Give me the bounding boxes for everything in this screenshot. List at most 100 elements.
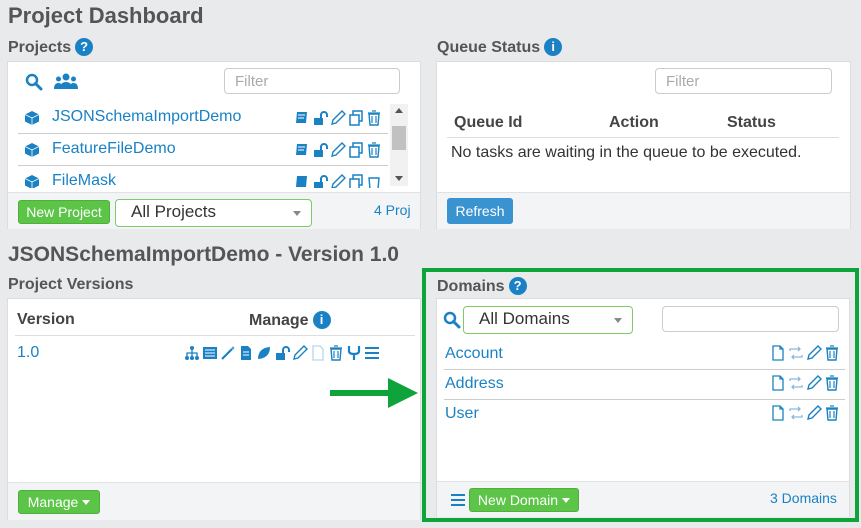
arrow-right-icon bbox=[330, 378, 418, 408]
projects-panel: JSONSchemaImportDemo FeatureFileDemo bbox=[7, 61, 421, 229]
versions-footer: Manage bbox=[8, 482, 420, 520]
refresh-button[interactable]: Refresh bbox=[447, 198, 513, 224]
queue-heading: Queue Status i bbox=[437, 38, 563, 57]
unlock-icon[interactable] bbox=[312, 110, 328, 126]
trash-icon[interactable] bbox=[366, 174, 382, 188]
domain-actions bbox=[770, 375, 840, 391]
cube-icon bbox=[24, 143, 40, 157]
domains-count: 3 Domains bbox=[770, 490, 837, 506]
info-icon[interactable]: i bbox=[312, 311, 331, 329]
queue-panel: Queue Id Action Status No tasks are wait… bbox=[436, 61, 851, 229]
domains-scope-select[interactable]: All Domains bbox=[463, 306, 633, 334]
book-icon[interactable] bbox=[294, 110, 310, 126]
divider bbox=[447, 137, 839, 138]
column-header[interactable]: Action bbox=[609, 114, 659, 132]
project-link[interactable]: FileMask bbox=[52, 172, 116, 188]
pencil-icon[interactable] bbox=[292, 345, 308, 361]
domain-actions bbox=[770, 405, 840, 421]
column-header[interactable]: Version bbox=[17, 311, 75, 329]
swap-icon[interactable] bbox=[788, 375, 804, 391]
search-icon[interactable] bbox=[443, 311, 461, 329]
column-header[interactable]: Queue Id bbox=[454, 114, 522, 132]
unlock-icon[interactable] bbox=[312, 174, 328, 188]
pencil-icon[interactable] bbox=[806, 375, 822, 391]
domains-search-input[interactable] bbox=[662, 306, 839, 332]
table-row: 1.0 bbox=[8, 337, 420, 369]
hierarchy-icon[interactable] bbox=[184, 345, 200, 361]
trash-icon[interactable] bbox=[366, 142, 382, 158]
version-link[interactable]: 1.0 bbox=[17, 344, 39, 362]
search-icon[interactable] bbox=[25, 73, 43, 91]
info-icon[interactable]: i bbox=[544, 38, 563, 56]
project-detail-title: JSONSchemaImportDemo - Version 1.0 bbox=[8, 243, 399, 266]
projects-filter-input[interactable] bbox=[224, 68, 400, 94]
users-icon[interactable] bbox=[54, 72, 78, 92]
copy-icon[interactable] bbox=[348, 142, 364, 158]
pencil-icon[interactable] bbox=[330, 174, 346, 188]
trash-icon[interactable] bbox=[824, 375, 840, 391]
queue-filter-input[interactable] bbox=[655, 68, 832, 94]
document-icon[interactable] bbox=[770, 375, 786, 391]
book-icon[interactable] bbox=[294, 142, 310, 158]
scroll-down-icon[interactable] bbox=[395, 176, 403, 181]
swap-icon[interactable] bbox=[788, 405, 804, 421]
domains-footer: New Domain 3 Domains bbox=[437, 481, 849, 517]
column-header[interactable]: Status bbox=[727, 114, 776, 132]
project-link[interactable]: FeatureFileDemo bbox=[52, 140, 176, 158]
trash-icon[interactable] bbox=[824, 405, 840, 421]
document-icon[interactable] bbox=[770, 405, 786, 421]
projects-scope-select[interactable]: All Projects bbox=[115, 199, 312, 227]
pencil-icon[interactable] bbox=[806, 405, 822, 421]
help-icon[interactable]: ? bbox=[508, 277, 527, 295]
fork-icon[interactable] bbox=[346, 345, 362, 361]
new-project-button[interactable]: New Project bbox=[18, 200, 110, 224]
document-icon[interactable] bbox=[770, 345, 786, 361]
versions-heading: Project Versions bbox=[8, 276, 134, 293]
chevron-down-icon bbox=[293, 211, 301, 216]
menu-icon[interactable] bbox=[450, 493, 466, 507]
list-item[interactable]: FeatureFileDemo bbox=[18, 134, 388, 166]
trash-icon[interactable] bbox=[328, 345, 344, 361]
page-title: Project Dashboard bbox=[8, 3, 204, 28]
list-item[interactable]: JSONSchemaImportDemo bbox=[18, 102, 388, 134]
domains-heading: Domains? bbox=[437, 277, 527, 296]
project-link[interactable]: JSONSchemaImportDemo bbox=[52, 108, 241, 126]
document-icon[interactable] bbox=[238, 345, 254, 361]
copy-icon[interactable] bbox=[348, 110, 364, 126]
list-item[interactable]: Address bbox=[444, 370, 845, 400]
scroll-up-icon[interactable] bbox=[395, 108, 403, 113]
unlock-icon[interactable] bbox=[274, 345, 290, 361]
list-item[interactable]: FileMask bbox=[18, 166, 388, 188]
domain-link[interactable]: Address bbox=[445, 375, 504, 393]
blank-document-icon[interactable] bbox=[310, 345, 326, 361]
list-icon[interactable] bbox=[202, 345, 218, 361]
new-domain-button[interactable]: New Domain bbox=[469, 488, 579, 512]
trash-icon[interactable] bbox=[366, 110, 382, 126]
project-actions bbox=[294, 174, 382, 188]
caret-down-icon bbox=[82, 500, 91, 505]
pencil-icon[interactable] bbox=[330, 110, 346, 126]
manage-button[interactable]: Manage bbox=[18, 490, 100, 514]
projects-scrollbar[interactable] bbox=[390, 104, 408, 186]
pencil-icon[interactable] bbox=[806, 345, 822, 361]
pencil-icon[interactable] bbox=[330, 142, 346, 158]
list-item[interactable]: Account bbox=[444, 339, 845, 370]
domain-link[interactable]: User bbox=[445, 405, 479, 423]
menu-icon[interactable] bbox=[364, 345, 380, 361]
book-icon[interactable] bbox=[294, 174, 310, 188]
domain-link[interactable]: Account bbox=[445, 345, 503, 363]
swap-icon[interactable] bbox=[788, 345, 804, 361]
unlock-icon[interactable] bbox=[312, 142, 328, 158]
projects-heading: Projects? bbox=[8, 38, 94, 57]
queue-footer: Refresh bbox=[437, 192, 850, 229]
help-icon[interactable]: ? bbox=[75, 38, 94, 56]
leaf-icon[interactable] bbox=[256, 345, 272, 361]
caret-down-icon bbox=[562, 498, 571, 503]
list-item[interactable]: User bbox=[444, 400, 845, 430]
trash-icon[interactable] bbox=[824, 345, 840, 361]
divider bbox=[15, 335, 415, 336]
versions-panel: Version Manage i 1.0 Manage bbox=[7, 298, 421, 520]
copy-icon[interactable] bbox=[348, 174, 364, 188]
magic-wand-icon[interactable] bbox=[220, 345, 236, 361]
scroll-thumb[interactable] bbox=[392, 126, 406, 150]
